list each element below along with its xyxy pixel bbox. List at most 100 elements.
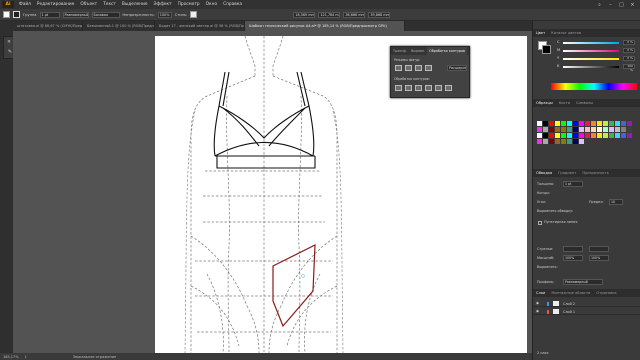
color-swatch[interactable]: [555, 127, 560, 132]
tab-doc-1[interactable]: штатовая.ai @ 66,67 % (CMYK/Предпросмотр…: [13, 21, 83, 31]
color-swatch[interactable]: [567, 139, 572, 144]
color-swatch[interactable]: [621, 121, 626, 126]
menu-select[interactable]: Выделение: [119, 2, 151, 7]
dashed-checkbox[interactable]: [538, 221, 542, 225]
tab-transparency[interactable]: Прозрачность: [579, 171, 611, 175]
artboard-number[interactable]: 1: [25, 355, 27, 359]
tab-symbols[interactable]: Символы: [573, 101, 596, 105]
opacity-field[interactable]: 100%: [157, 11, 172, 18]
color-swatch[interactable]: [597, 127, 602, 132]
menu-edit[interactable]: Редактирование: [34, 2, 78, 7]
color-swatch[interactable]: [555, 133, 560, 138]
tab-doc-3[interactable]: Бодиз 17 - женский светер.ai @ 58 % (RGB…: [155, 21, 245, 31]
channel-k-value[interactable]: 100 %: [623, 64, 635, 71]
tab-artboards[interactable]: Монтажные области: [548, 291, 593, 295]
color-swatch[interactable]: [537, 133, 542, 138]
y-field[interactable]: 121,784 mm: [318, 11, 341, 18]
menu-window[interactable]: Окно: [203, 2, 220, 7]
color-spectrum[interactable]: [551, 83, 637, 90]
stroke-color-box[interactable]: [542, 45, 551, 54]
stroke-profile-select[interactable]: Равномерный: [62, 11, 89, 18]
crop-icon[interactable]: [425, 85, 432, 91]
w-field[interactable]: 36,666 mm: [343, 11, 366, 18]
tab-brushes[interactable]: Кисти: [556, 101, 573, 105]
minus-back-icon[interactable]: [445, 85, 452, 91]
close-icon[interactable]: ×: [629, 2, 636, 8]
channel-m-value[interactable]: 0 %: [623, 48, 635, 53]
color-swatch[interactable]: [621, 127, 626, 132]
color-swatch[interactable]: [573, 127, 578, 132]
eye-icon[interactable]: ◉: [536, 301, 539, 305]
tab-swatches[interactable]: Образцы: [533, 101, 556, 105]
zoom-readout[interactable]: 185,17%: [3, 355, 19, 359]
channel-m-slider[interactable]: [563, 50, 619, 52]
h-field[interactable]: 39,868 mm: [368, 11, 391, 18]
color-swatch[interactable]: [543, 121, 548, 126]
menu-file[interactable]: Файл: [16, 2, 34, 7]
maximize-icon[interactable]: □: [618, 2, 625, 8]
color-swatch[interactable]: [573, 133, 578, 138]
color-swatch[interactable]: [543, 133, 548, 138]
scale-end-field[interactable]: 100%: [589, 255, 609, 261]
layer-name[interactable]: Слой 1: [563, 310, 575, 314]
channel-k-slider[interactable]: [563, 66, 619, 68]
color-swatch[interactable]: [567, 133, 572, 138]
color-swatch[interactable]: [627, 127, 632, 132]
color-swatch[interactable]: [615, 121, 620, 126]
color-swatch[interactable]: [579, 139, 584, 144]
color-swatch[interactable]: [537, 139, 542, 144]
color-swatch[interactable]: [597, 121, 602, 126]
color-swatch[interactable]: [603, 121, 608, 126]
outline-icon[interactable]: [435, 85, 442, 91]
color-swatch[interactable]: [555, 139, 560, 144]
menu-view[interactable]: Просмотр: [175, 2, 203, 7]
color-swatch[interactable]: [609, 133, 614, 138]
color-swatch[interactable]: [543, 139, 548, 144]
minus-front-icon[interactable]: [405, 65, 412, 71]
stroke-swatch[interactable]: [13, 11, 20, 18]
color-swatch[interactable]: [573, 121, 578, 126]
tab-layers[interactable]: Слои: [533, 291, 548, 295]
trim-icon[interactable]: [405, 85, 412, 91]
color-swatch[interactable]: [585, 133, 590, 138]
color-swatch[interactable]: [603, 133, 608, 138]
tab-align[interactable]: Выравн.: [409, 49, 427, 53]
color-swatch[interactable]: [627, 121, 632, 126]
eye-icon[interactable]: ◉: [536, 309, 539, 313]
limit-field[interactable]: 10: [609, 199, 623, 205]
color-swatch[interactable]: [585, 127, 590, 132]
color-swatch[interactable]: [549, 139, 554, 144]
color-swatch[interactable]: [591, 133, 596, 138]
color-swatch[interactable]: [579, 121, 584, 126]
tab-transform[interactable]: Трансф.: [391, 49, 409, 53]
color-swatch[interactable]: [561, 139, 566, 144]
fill-swatch[interactable]: [3, 11, 10, 18]
menu-object[interactable]: Объект: [77, 2, 100, 7]
channel-c-slider[interactable]: [563, 42, 619, 44]
weight-field[interactable]: 1 pt: [563, 181, 583, 187]
expand-button[interactable]: Расширить: [447, 65, 467, 71]
color-swatch[interactable]: [561, 133, 566, 138]
layer-name[interactable]: Слой 2: [563, 302, 575, 306]
swatch-grid[interactable]: [537, 121, 637, 163]
merge-icon[interactable]: [415, 85, 422, 91]
color-swatch[interactable]: [567, 121, 572, 126]
selected-shape[interactable]: [272, 244, 316, 328]
color-swatch[interactable]: [537, 121, 542, 126]
tab-gradient[interactable]: Градиент: [555, 171, 579, 175]
color-swatch[interactable]: [579, 127, 584, 132]
artboard[interactable]: [155, 35, 527, 353]
tab-stroke[interactable]: Обводка: [533, 171, 555, 175]
color-swatch[interactable]: [609, 121, 614, 126]
intersect-icon[interactable]: [415, 65, 422, 71]
arrow-start-select[interactable]: [563, 246, 583, 252]
exclude-icon[interactable]: [425, 65, 432, 71]
layer-row[interactable]: ◉ Слой 2: [533, 300, 640, 307]
unite-icon[interactable]: [395, 65, 402, 71]
close-panel-icon[interactable]: ×: [6, 39, 12, 45]
color-swatch[interactable]: [561, 121, 566, 126]
channel-y-slider[interactable]: [563, 58, 619, 60]
color-swatch[interactable]: [555, 121, 560, 126]
color-swatch[interactable]: [615, 127, 620, 132]
style-swatch[interactable]: [190, 11, 198, 18]
